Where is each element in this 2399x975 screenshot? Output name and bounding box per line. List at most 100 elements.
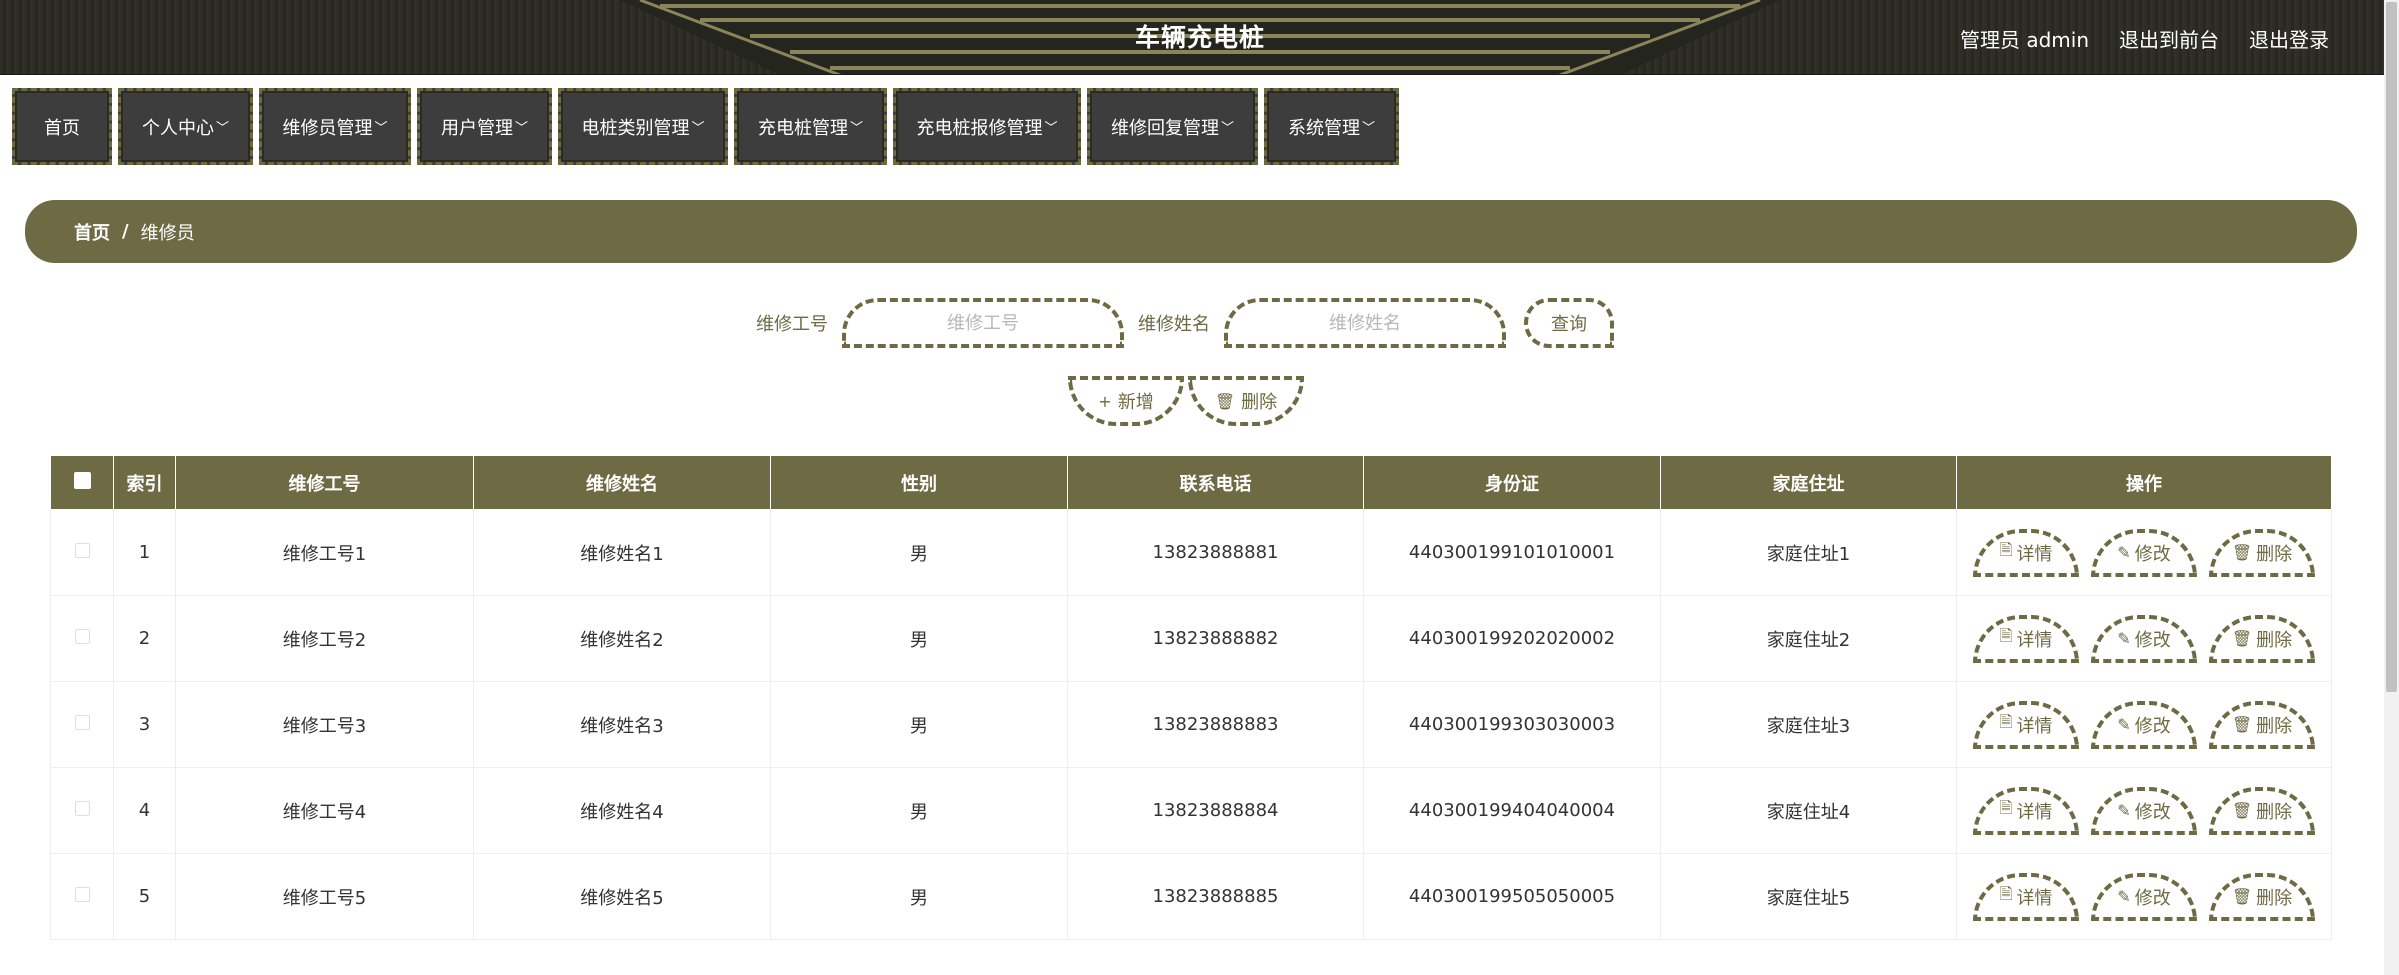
nav-item-label: 维修回复管理 bbox=[1111, 114, 1219, 140]
trash-icon: 🗑 bbox=[2232, 801, 2252, 820]
row-checkbox[interactable] bbox=[75, 543, 90, 558]
logout-link[interactable]: 退出登录 bbox=[2249, 24, 2329, 53]
chevron-down-icon: ﹀ bbox=[1044, 117, 1057, 136]
edit-button[interactable]: ✎修改 bbox=[2091, 615, 2197, 663]
plus-icon: + bbox=[1098, 392, 1111, 411]
gender-cell: 男 bbox=[771, 510, 1068, 596]
detail-button[interactable]: 🗎详情 bbox=[1973, 787, 2079, 835]
delete-label: 删除 bbox=[2256, 626, 2292, 652]
nav-item-home[interactable]: 首页 bbox=[12, 88, 112, 165]
breadcrumb-separator: / bbox=[122, 221, 129, 242]
row-checkbox[interactable] bbox=[75, 801, 90, 816]
detail-button[interactable]: 🗎详情 bbox=[1973, 615, 2079, 663]
chevron-down-icon: ﹀ bbox=[1362, 117, 1375, 136]
column-header: 维修姓名 bbox=[474, 456, 771, 510]
document-icon: 🗎 bbox=[2000, 539, 2013, 566]
row-checkbox[interactable] bbox=[75, 629, 90, 644]
column-header: 操作 bbox=[1957, 456, 2332, 510]
document-icon: 🗎 bbox=[2000, 883, 2013, 910]
document-icon: 🗎 bbox=[2000, 625, 2013, 652]
delete-button[interactable]: 🗑删除 bbox=[2209, 615, 2315, 663]
batch-delete-button[interactable]: 🗑 删除 bbox=[1188, 376, 1304, 426]
chevron-down-icon: ﹀ bbox=[374, 117, 387, 136]
search-form: 维修工号 维修姓名 查询 bbox=[756, 298, 1614, 348]
detail-button[interactable]: 🗎详情 bbox=[1973, 873, 2079, 921]
scrollbar-thumb[interactable] bbox=[2386, 2, 2397, 692]
admin-label: 管理员 admin bbox=[1960, 24, 2089, 53]
detail-button[interactable]: 🗎详情 bbox=[1973, 701, 2079, 749]
nav-item-label: 充电桩管理 bbox=[758, 114, 848, 140]
select-all-checkbox[interactable] bbox=[74, 472, 91, 489]
edit-button[interactable]: ✎修改 bbox=[2091, 529, 2197, 577]
nav-item-label: 个人中心 bbox=[142, 114, 214, 140]
address-cell: 家庭住址3 bbox=[1661, 682, 1957, 768]
delete-button[interactable]: 🗑删除 bbox=[2209, 701, 2315, 749]
table-row: 3 维修工号3 维修姓名3 男 13823888883 440300199303… bbox=[51, 682, 2332, 768]
delete-label: 删除 bbox=[2256, 540, 2292, 566]
idcard-cell: 440300199202020002 bbox=[1364, 596, 1661, 682]
trash-icon: 🗑 bbox=[2232, 629, 2252, 648]
breadcrumb-home[interactable]: 首页 bbox=[74, 219, 110, 245]
chevron-down-icon: ﹀ bbox=[850, 117, 863, 136]
repair-name-input[interactable] bbox=[1224, 298, 1506, 348]
edit-button[interactable]: ✎修改 bbox=[2091, 701, 2197, 749]
nav-item-pile-category-management[interactable]: 电桩类别管理﹀ bbox=[558, 88, 728, 165]
delete-button[interactable]: 🗑删除 bbox=[2209, 873, 2315, 921]
nav-item-repair-report-management[interactable]: 充电桩报修管理﹀ bbox=[893, 88, 1081, 165]
row-checkbox[interactable] bbox=[75, 887, 90, 902]
add-button[interactable]: + 新增 bbox=[1068, 376, 1184, 426]
repair-name-cell: 维修姓名2 bbox=[474, 596, 771, 682]
nav-item-user-management[interactable]: 用户管理﹀ bbox=[417, 88, 552, 165]
add-button-label: 新增 bbox=[1118, 388, 1154, 414]
column-header: 身份证 bbox=[1364, 456, 1661, 510]
idcard-cell: 440300199101010001 bbox=[1364, 510, 1661, 596]
table-row: 4 维修工号4 维修姓名4 男 13823888884 440300199404… bbox=[51, 768, 2332, 854]
pencil-icon: ✎ bbox=[2117, 629, 2130, 648]
chevron-down-icon: ﹀ bbox=[1221, 117, 1234, 136]
nav-item-system-management[interactable]: 系统管理﹀ bbox=[1264, 88, 1399, 165]
page-scrollbar[interactable] bbox=[2384, 0, 2399, 975]
nav-item-repairman-management[interactable]: 维修员管理﹀ bbox=[259, 88, 411, 165]
nav-item-repair-reply-management[interactable]: 维修回复管理﹀ bbox=[1087, 88, 1258, 165]
trash-icon: 🗑 bbox=[2232, 543, 2252, 562]
address-cell: 家庭住址5 bbox=[1661, 854, 1957, 940]
nav-item-charging-pile-management[interactable]: 充电桩管理﹀ bbox=[734, 88, 887, 165]
repair-id-input[interactable] bbox=[842, 298, 1124, 348]
gender-cell: 男 bbox=[771, 596, 1068, 682]
chevron-down-icon: ﹀ bbox=[515, 117, 528, 136]
idcard-cell: 440300199303030003 bbox=[1364, 682, 1661, 768]
repair-id-cell: 维修工号1 bbox=[176, 510, 474, 596]
nav-item-label: 维修员管理 bbox=[282, 114, 372, 140]
nav-item-label: 首页 bbox=[44, 114, 80, 140]
trash-icon: 🗑 bbox=[1215, 392, 1235, 411]
repair-name-cell: 维修姓名4 bbox=[474, 768, 771, 854]
query-button[interactable]: 查询 bbox=[1524, 298, 1614, 348]
trash-icon: 🗑 bbox=[2232, 715, 2252, 734]
nav-item-personal-center[interactable]: 个人中心﹀ bbox=[118, 88, 253, 165]
edit-button[interactable]: ✎修改 bbox=[2091, 787, 2197, 835]
operations-cell: 🗎详情 ✎修改 🗑删除 bbox=[1957, 596, 2332, 682]
delete-button[interactable]: 🗑删除 bbox=[2209, 529, 2315, 577]
repair-id-cell: 维修工号3 bbox=[176, 682, 474, 768]
detail-button[interactable]: 🗎详情 bbox=[1973, 529, 2079, 577]
row-checkbox[interactable] bbox=[75, 715, 90, 730]
repair-name-label: 维修姓名 bbox=[1138, 310, 1210, 336]
phone-cell: 13823888882 bbox=[1068, 596, 1364, 682]
index-cell: 4 bbox=[114, 768, 176, 854]
delete-button[interactable]: 🗑删除 bbox=[2209, 787, 2315, 835]
pencil-icon: ✎ bbox=[2117, 715, 2130, 734]
chevron-down-icon: ﹀ bbox=[216, 117, 229, 136]
table-row: 2 维修工号2 维修姓名2 男 13823888882 440300199202… bbox=[51, 596, 2332, 682]
phone-cell: 13823888881 bbox=[1068, 510, 1364, 596]
detail-label: 详情 bbox=[2016, 626, 2052, 652]
breadcrumb: 首页 / 维修员 bbox=[25, 200, 2357, 263]
phone-cell: 13823888885 bbox=[1068, 854, 1364, 940]
row-select-cell bbox=[51, 768, 114, 854]
document-icon: 🗎 bbox=[2000, 797, 2013, 824]
phone-cell: 13823888884 bbox=[1068, 768, 1364, 854]
repair-name-cell: 维修姓名1 bbox=[474, 510, 771, 596]
repairman-table: 索引 维修工号 维修姓名 性别 联系电话 身份证 家庭住址 操作 1 维修工号1… bbox=[50, 455, 2331, 940]
row-select-cell bbox=[51, 596, 114, 682]
to-front-link[interactable]: 退出到前台 bbox=[2119, 24, 2219, 53]
edit-button[interactable]: ✎修改 bbox=[2091, 873, 2197, 921]
